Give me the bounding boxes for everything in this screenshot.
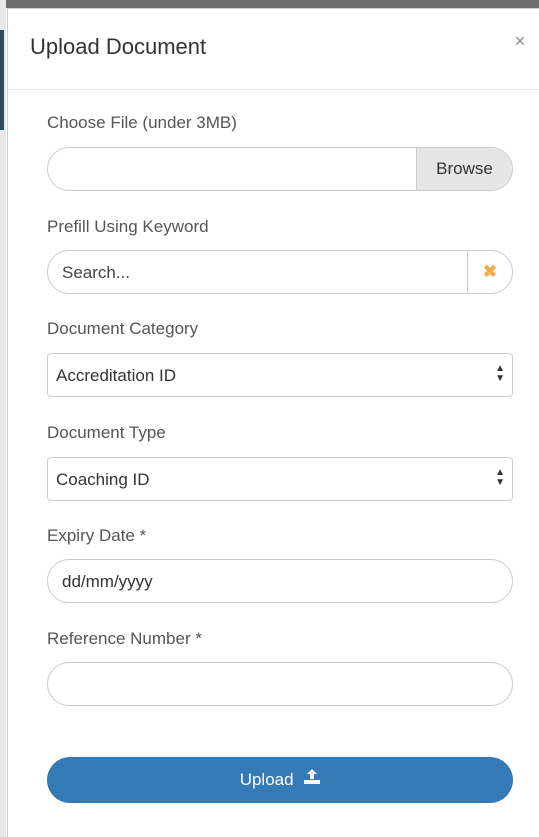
browse-button[interactable]: Browse — [416, 148, 512, 190]
document-category-value: Accreditation ID — [56, 366, 176, 385]
dialog-header: Upload Document × — [8, 9, 539, 90]
background-page-edge — [0, 0, 6, 837]
close-icon[interactable]: × — [511, 31, 529, 52]
background-accent — [0, 30, 4, 130]
document-type-select[interactable]: Coaching ID ▲ ▼ — [47, 457, 513, 501]
document-type-label: Document Type — [47, 423, 166, 442]
reference-number-input[interactable] — [47, 662, 513, 706]
clear-icon[interactable]: ✖ — [467, 251, 512, 293]
document-type-value: Coaching ID — [56, 470, 150, 489]
document-category-label: Document Category — [47, 319, 199, 338]
upload-document-dialog: Upload Document × Choose File (under 3MB… — [7, 8, 539, 837]
choose-file-label: Choose File (under 3MB) — [47, 113, 237, 132]
upload-button[interactable]: Upload — [47, 757, 513, 803]
upload-button-label: Upload — [239, 770, 294, 789]
dialog-title: Upload Document — [30, 34, 207, 59]
select-arrows-icon: ▲ ▼ — [495, 467, 505, 488]
expiry-date-label: Expiry Date * — [47, 526, 147, 545]
document-category-select[interactable]: Accreditation ID ▲ ▼ — [47, 353, 513, 397]
keyword-search-input[interactable]: Search... ✖ — [47, 250, 513, 294]
file-input[interactable]: Browse — [47, 147, 513, 191]
upload-icon — [304, 756, 321, 802]
reference-number-label: Reference Number * — [47, 629, 202, 648]
expiry-date-input[interactable]: dd/mm/yyyy — [47, 559, 513, 603]
prefill-keyword-label: Prefill Using Keyword — [47, 217, 209, 236]
select-arrows-icon: ▲ ▼ — [495, 363, 505, 384]
window-top-border — [0, 0, 539, 8]
keyword-search-placeholder: Search... — [62, 263, 131, 282]
expiry-date-placeholder: dd/mm/yyyy — [62, 572, 153, 591]
